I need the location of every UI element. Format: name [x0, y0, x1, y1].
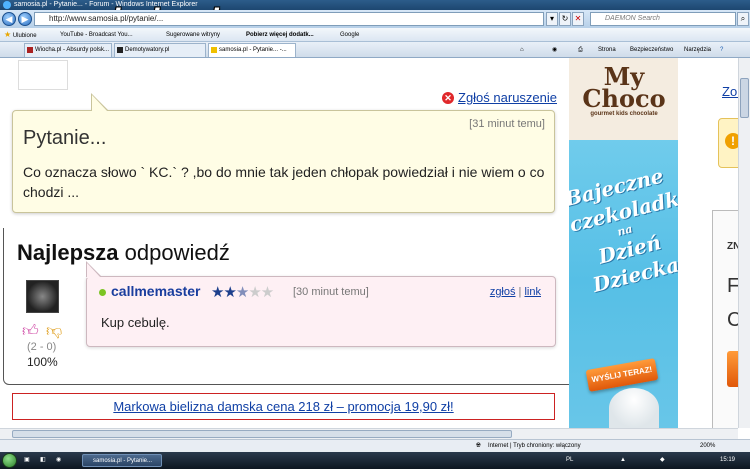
- vertical-scrollbar[interactable]: [738, 58, 750, 428]
- chocolate-ad[interactable]: My Choco gourmet kids chocolate Bajeczne …: [569, 58, 678, 428]
- taskbar-item-ie[interactable]: samosia.pl - Pytanie...: [82, 454, 162, 467]
- ie-icon: [3, 1, 11, 9]
- question-body: Co oznacza słowo ` KC.` ? ,bo do mnie ta…: [23, 164, 545, 200]
- answer-box: callmemaster ★★★★★ [30 minut temu] zgłoś…: [86, 261, 556, 347]
- favorites-bar: ★ Ulubione YouTube - Broadcast You... Su…: [0, 28, 750, 42]
- print-icon[interactable]: ⎙: [578, 42, 583, 58]
- page-menu[interactable]: Strona: [598, 42, 616, 58]
- quicklaunch-icon[interactable]: ◉: [56, 452, 61, 469]
- dropdown-icon[interactable]: ▾: [546, 12, 558, 26]
- url-input[interactable]: http://www.samosia.pl/pytanie/...: [34, 12, 544, 26]
- answer-links: zgłoś | link: [489, 286, 541, 298]
- answer-report-link[interactable]: zgłoś: [490, 286, 516, 298]
- thumbs-up-icon[interactable]: 👍︎: [22, 322, 39, 340]
- scroll-thumb[interactable]: [12, 430, 512, 438]
- star-icon: ★: [4, 30, 12, 39]
- vote-count: (2 - 0): [27, 341, 57, 353]
- answer-permalink[interactable]: link: [524, 286, 541, 298]
- fav-item-youtube[interactable]: YouTube - Broadcast You...: [60, 28, 133, 42]
- vote-percent: 100%: [27, 355, 58, 369]
- ad-slogan: Bajeczne czekoladki na Dzień Dziecka: [569, 163, 678, 297]
- page-content: ✕ Zgłoś naruszenie Pytanie... [31 minut …: [0, 58, 738, 428]
- answer-username[interactable]: callmemaster: [111, 283, 201, 299]
- clock[interactable]: 15:19: [720, 452, 735, 469]
- promo-banner: Markowa bielizna damska cena 218 zł – pr…: [12, 393, 555, 420]
- side-box-button[interactable]: [727, 351, 738, 387]
- fav-item-suggested[interactable]: Sugerowane witryny: [166, 28, 220, 42]
- star-empty-icon: ★★: [248, 284, 274, 301]
- quicklaunch-icon[interactable]: ◧: [40, 452, 46, 469]
- forward-button[interactable]: ▶: [18, 12, 32, 26]
- tab-wiocha[interactable]: Wiocha.pl - Absurdy polsk...: [24, 43, 112, 57]
- report-icon[interactable]: ✕: [442, 92, 454, 104]
- star-half-icon: ★: [235, 284, 249, 301]
- start-button[interactable]: [2, 453, 17, 468]
- star-icon: ★★: [211, 284, 237, 301]
- ad-header: My Choco gourmet kids chocolate: [569, 58, 678, 140]
- scroll-thumb[interactable]: [740, 78, 749, 118]
- fav-item-addons[interactable]: Pobierz więcej dodatk...: [246, 28, 314, 42]
- rss-icon[interactable]: ◉: [552, 42, 557, 58]
- home-icon[interactable]: ⌂: [520, 42, 524, 58]
- taskbar: ▣ ◧ ◉ samosia.pl - Pytanie... PL ▲ ◆ 15:…: [0, 452, 750, 469]
- language-indicator[interactable]: PL: [566, 452, 573, 469]
- favicon-icon: [27, 47, 33, 53]
- report-link[interactable]: Zgłoś naruszenie: [458, 90, 557, 105]
- exclamation-icon: !: [725, 133, 738, 149]
- rating-stars: ★★★★★: [211, 283, 274, 301]
- search-input[interactable]: DAEMON Search: [590, 12, 736, 26]
- favicon-icon: [117, 47, 123, 53]
- answer-body: Kup cebulę.: [101, 315, 170, 330]
- tabs-bar: Wiocha.pl - Absurdy polsk... Demotywator…: [0, 42, 750, 58]
- refresh-icon[interactable]: ↻: [559, 12, 571, 26]
- tray-icon[interactable]: ▲: [620, 452, 626, 469]
- tab-samosia[interactable]: samosia.pl - Pytanie... -...: [208, 43, 296, 57]
- ad-cup-image: [609, 388, 659, 428]
- back-button[interactable]: ◀: [2, 12, 16, 26]
- ad-brand-logo: My Choco gourmet kids chocolate: [582, 62, 666, 118]
- search-icon[interactable]: ⌕: [737, 12, 749, 26]
- tools-menu[interactable]: Narzędzia: [684, 42, 711, 58]
- safety-menu[interactable]: Bezpieczeństwo: [630, 42, 673, 58]
- ad-send-button[interactable]: WYŚLIJ TERAZ!: [585, 358, 659, 392]
- fav-item-google[interactable]: Google: [340, 28, 359, 42]
- thumbs-down-icon[interactable]: 👎︎: [46, 322, 62, 340]
- side-box: ZNI F C: [712, 210, 738, 428]
- tray-icon[interactable]: ◆: [660, 452, 665, 469]
- favorites-button[interactable]: ★ Ulubione: [4, 28, 37, 42]
- help-icon[interactable]: ?: [720, 42, 723, 58]
- question-title: Pytanie...: [23, 127, 107, 149]
- online-status-icon: [99, 289, 106, 296]
- right-column-link[interactable]: Zol: [722, 84, 738, 99]
- info-box: !: [718, 118, 738, 168]
- partial-logo: [18, 60, 68, 90]
- tab-demotywatory[interactable]: Demotywatory.pl: [114, 43, 206, 57]
- horizontal-scrollbar[interactable]: [0, 428, 738, 439]
- best-answer-heading: Najlepsza odpowiedź: [17, 240, 230, 265]
- favicon-icon: [211, 47, 217, 53]
- answer-time: [30 minut temu]: [293, 286, 369, 298]
- right-column: Zol ! ZNI F C: [708, 58, 738, 428]
- stop-icon[interactable]: ✕: [572, 12, 584, 26]
- quicklaunch-icon[interactable]: ▣: [24, 452, 30, 469]
- avatar[interactable]: [26, 280, 59, 313]
- question-box: Pytanie... [31 minut temu] Co oznacza sł…: [12, 93, 555, 213]
- status-bar: 🌐︎ Internet | Tryb chroniony: włączony 2…: [0, 439, 750, 452]
- question-time: [31 minut temu]: [469, 118, 545, 130]
- promo-link[interactable]: Markowa bielizna damska cena 218 zł – pr…: [113, 399, 453, 414]
